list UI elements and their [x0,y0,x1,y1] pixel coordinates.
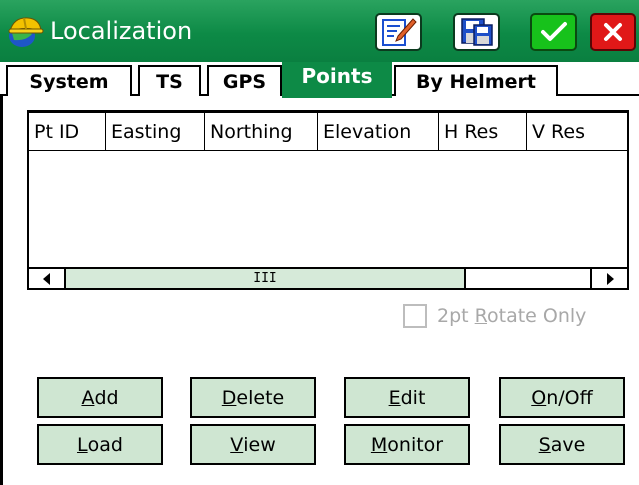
tab-system[interactable]: System [6,65,132,96]
monitor-button[interactable]: Monitor [344,424,470,465]
add-button[interactable]: Add [37,377,163,418]
edit-button[interactable] [375,13,422,51]
on-off-button[interactable]: On/Off [499,377,625,418]
helmet-globe-icon [8,17,44,47]
edit-point-button[interactable]: Edit [344,377,470,418]
table-header: Pt ID Easting Northing Elevation H Res V… [29,112,627,151]
close-button[interactable] [590,13,636,51]
horizontal-scrollbar[interactable]: III [29,267,627,288]
scroll-left-button[interactable] [29,269,66,288]
tab-strip: System TS GPS Points By Helmert [0,62,639,98]
rotate-only-checkbox[interactable] [403,304,427,328]
column-header-northing[interactable]: Northing [205,112,318,151]
delete-button[interactable]: Delete [190,377,316,418]
scrollbar-track[interactable]: III [66,269,590,288]
save-disk-button[interactable] [453,13,500,51]
tab-points[interactable]: Points [282,62,392,98]
scroll-right-button[interactable] [590,269,627,288]
rotate-only-option[interactable]: 2pt Rotate Only [403,304,586,328]
column-header-v-res[interactable]: V Res [527,112,627,151]
save-button[interactable]: Save [499,424,625,465]
close-x-icon [604,23,622,41]
points-table[interactable]: Pt ID Easting Northing Elevation H Res V… [27,110,629,290]
tab-ts[interactable]: TS [138,65,201,96]
ok-button[interactable] [530,13,577,51]
scrollbar-thumb[interactable]: III [66,269,466,288]
checkmark-icon [540,22,567,41]
column-header-elevation[interactable]: Elevation [318,112,439,151]
window-title: Localization [50,17,193,45]
column-header-easting[interactable]: Easting [106,112,205,151]
arrow-left-icon [42,272,50,285]
tab-gps[interactable]: GPS [207,65,282,96]
tab-by-helmert[interactable]: By Helmert [394,65,558,96]
window-left-edge [0,96,3,485]
rotate-only-label: 2pt Rotate Only [437,305,587,327]
edit-document-icon [381,18,417,46]
arrow-right-icon [606,272,614,285]
view-button[interactable]: View [190,424,316,465]
save-disk-icon [460,18,493,46]
scrollbar-grip: III [253,271,277,286]
load-button[interactable]: Load [37,424,163,465]
column-header-pt-id[interactable]: Pt ID [29,112,106,151]
title-bar: Localization [0,0,639,62]
column-header-h-res[interactable]: H Res [439,112,527,151]
